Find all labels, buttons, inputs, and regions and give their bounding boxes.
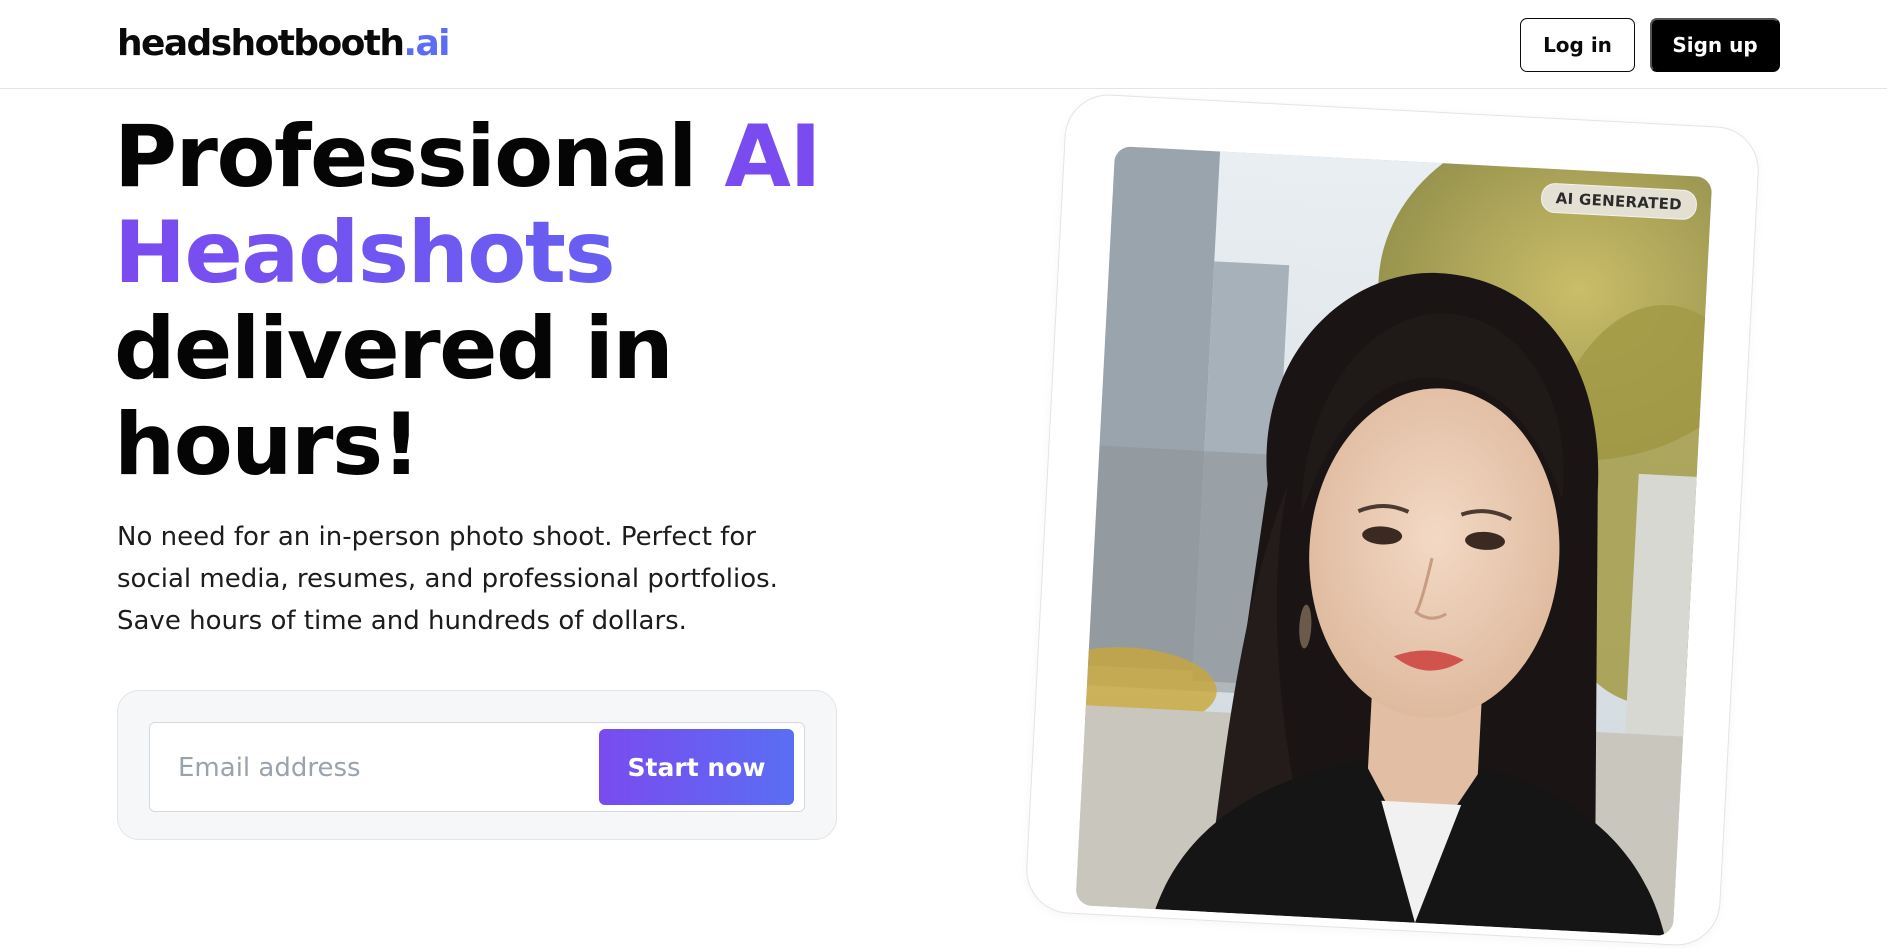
email-input[interactable] [178,745,558,791]
email-signup-form: Start now [117,690,837,840]
hero-title-headshots: Headshots [114,205,894,301]
hero-title-line-1: Professional AI [114,109,894,205]
hero-subtitle: No need for an in-person photo shoot. Pe… [117,522,778,636]
hero-title-hours: hours! [114,395,421,495]
start-now-button[interactable]: Start now [599,729,794,805]
hero-title-delivered: delivered in [114,299,674,399]
signup-button[interactable]: Sign up [1650,18,1780,72]
hero-title: Professional AI Headshots delivered in h… [114,109,894,493]
brand-logo[interactable]: headshotbooth.ai [117,22,450,66]
hero-title-professional: Professional [114,107,725,207]
headshot-card: AI GENERATED [1024,92,1761,948]
site-header: headshotbooth.ai Log in Sign up [0,0,1887,89]
headshot-photo: AI GENERATED [1075,145,1713,937]
brand-name: headshotbooth [117,23,405,64]
headshot-illustration [1075,145,1713,937]
hero-title-ai: AI [724,107,821,207]
login-button[interactable]: Log in [1520,18,1635,72]
email-signup-field: Start now [149,722,805,812]
brand-tld: .ai [403,23,450,64]
